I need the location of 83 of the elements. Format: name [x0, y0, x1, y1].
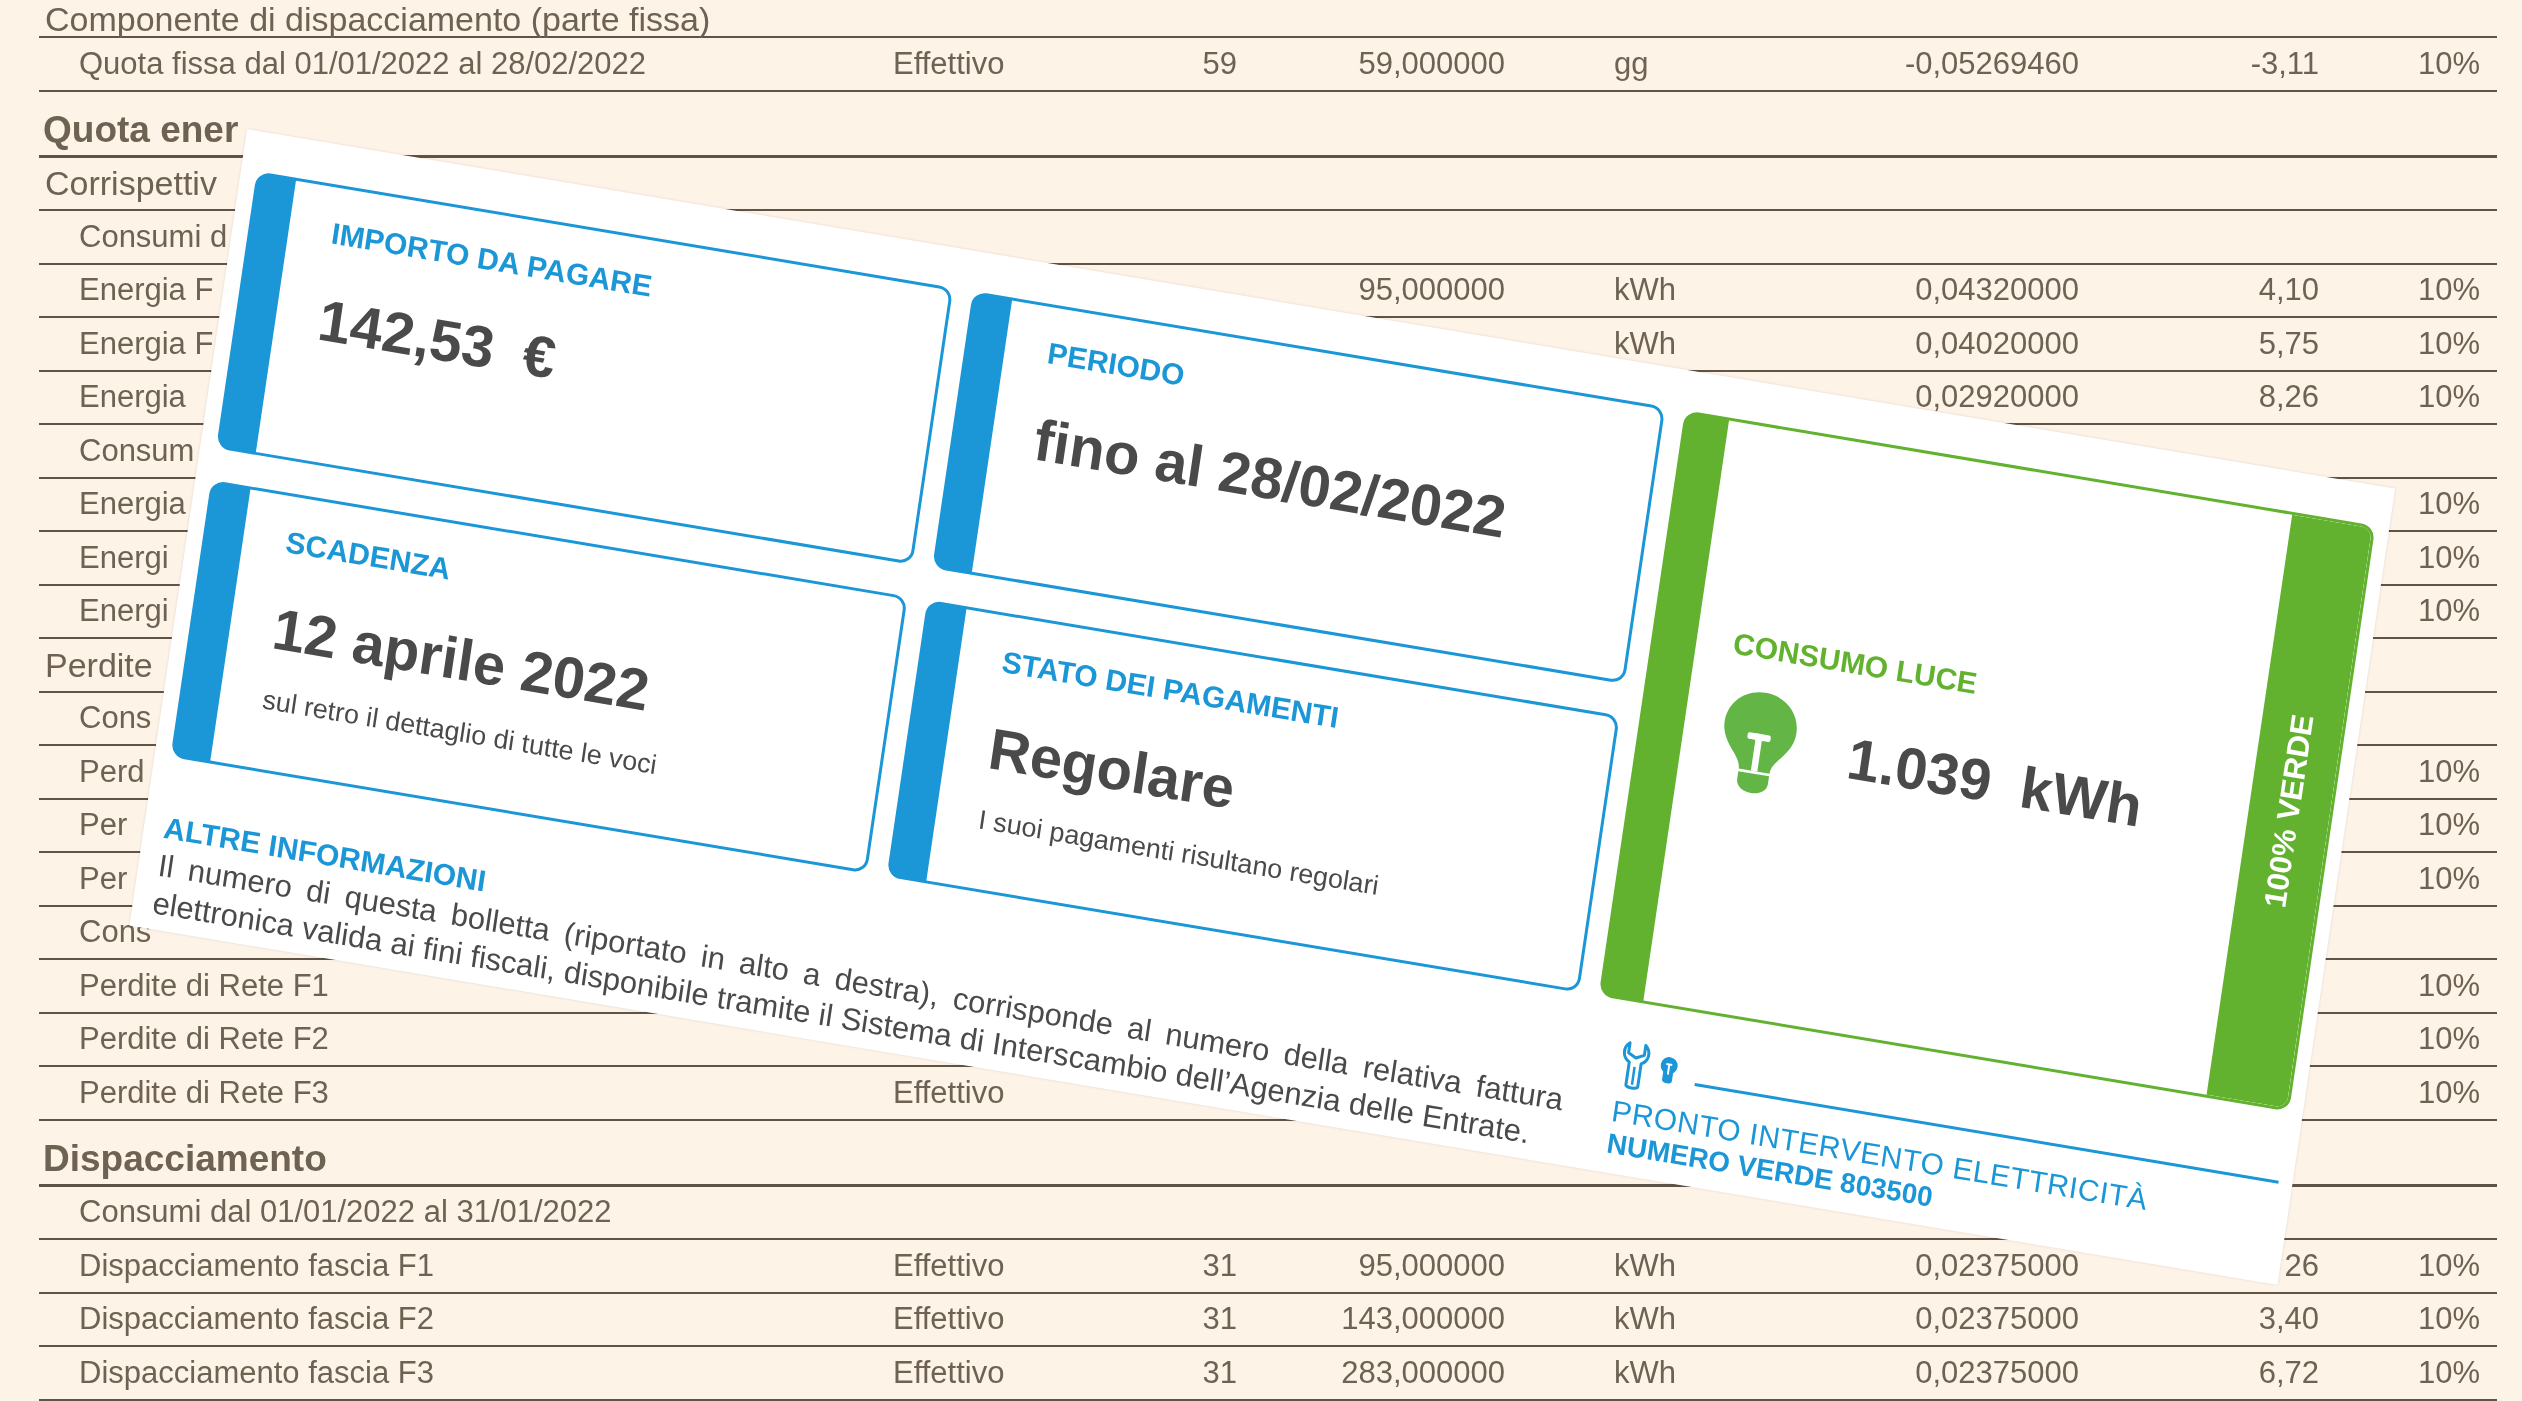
- table-cell: 10%: [2417, 860, 2480, 897]
- consumption-value: 1.039: [1843, 725, 1996, 815]
- table-cell: kWh: [1614, 272, 1676, 309]
- table-cell: Energi: [79, 539, 169, 576]
- table-cell: Perd: [79, 753, 145, 790]
- section-subheading: Componente di dispacciamento (parte fissa): [45, 0, 711, 38]
- table-cell: 0,02920000: [1915, 379, 2079, 416]
- consumption-unit: kWh: [2015, 754, 2147, 840]
- table-cell: kWh: [1614, 325, 1676, 362]
- table-cell: 10%: [2417, 1354, 2480, 1391]
- table-cell: Per: [79, 860, 128, 897]
- table-cell: Dispacciamento fascia F1: [79, 1247, 434, 1284]
- table-cell: 10%: [2417, 1021, 2480, 1058]
- table-cell: Energia: [79, 486, 186, 523]
- table-cell: Quota fissa dal 01/01/2022 al 28/02/2022: [79, 45, 647, 82]
- table-cell: Perdite di Rete F2: [79, 1021, 329, 1058]
- section-subheading: Perdite: [45, 645, 153, 684]
- table-cell: Effettivo: [893, 45, 1005, 82]
- table-cell: Energi: [79, 593, 169, 630]
- panel-value: fino al 28/02/2022: [1030, 406, 1511, 551]
- table-cell: Dispacciamento fascia F2: [79, 1301, 434, 1338]
- table-cell: 95,000000: [1358, 272, 1505, 309]
- table-cell: 31: [1202, 1247, 1237, 1284]
- section-heading: Dispacciamento: [43, 1137, 327, 1180]
- table-cell: Energia F: [79, 272, 214, 309]
- currency-symbol: €: [518, 321, 561, 392]
- table-cell: 8,26: [2258, 379, 2319, 416]
- table-cell: Per: [79, 807, 128, 844]
- table-cell: 10%: [2417, 379, 2480, 416]
- table-cell: Consumi d: [79, 218, 228, 255]
- table-cell: -3,11: [2250, 45, 2319, 82]
- table-cell: 0,02375000: [1915, 1301, 2079, 1338]
- table-cell: 10%: [2417, 325, 2480, 362]
- panel-title: SCADENZA: [283, 524, 454, 588]
- table-cell: Perdite di Rete F3: [79, 1074, 329, 1111]
- table-cell: 5,75: [2258, 325, 2319, 362]
- table-cell: 31: [1202, 1301, 1237, 1338]
- table-cell: Effettivo: [893, 1301, 1005, 1338]
- table-cell: 10%: [2417, 1074, 2480, 1111]
- table-cell: kWh: [1614, 1247, 1676, 1284]
- table-cell: 283,000000: [1341, 1354, 1505, 1391]
- table-cell: Effettivo: [893, 1354, 1005, 1391]
- table-cell: 59,000000: [1358, 45, 1505, 82]
- table-cell: gg: [1614, 45, 1649, 82]
- table-cell: 31: [1202, 1354, 1237, 1391]
- table-cell: 143,000000: [1341, 1301, 1505, 1338]
- panel-title: PERIODO: [1045, 335, 1187, 394]
- table-cell: Cons: [79, 700, 152, 737]
- table-cell: 10%: [2417, 753, 2480, 790]
- table-cell: Perdite di Rete F1: [79, 967, 329, 1004]
- table-cell: 10%: [2417, 967, 2480, 1004]
- table-cell: 0,02375000: [1915, 1247, 2079, 1284]
- table-cell: 10%: [2417, 807, 2480, 844]
- table-cell: -0,05269460: [1904, 45, 2079, 82]
- table-cell: Energia: [79, 379, 186, 416]
- table-cell: 10%: [2417, 1301, 2480, 1338]
- table-cell: 0,02375000: [1915, 1354, 2079, 1391]
- panel-title: CONSUMO LUCE: [1730, 625, 1980, 702]
- section-heading: Quota ener: [43, 108, 239, 151]
- table-cell: 6,72: [2258, 1354, 2319, 1391]
- table-cell: Energia F: [79, 325, 214, 362]
- table-cell: 10%: [2417, 1247, 2480, 1284]
- table-cell: 0,04320000: [1915, 272, 2079, 309]
- table-cell: 0,04020000: [1915, 325, 2079, 362]
- table-cell: 10%: [2417, 272, 2480, 309]
- table-cell: Cons: [79, 914, 152, 951]
- table-cell: Dispacciamento fascia F3: [79, 1354, 434, 1391]
- table-cell: Effettivo: [893, 1247, 1005, 1284]
- table-cell: 95,000000: [1358, 1247, 1505, 1284]
- table-cell: 10%: [2417, 593, 2480, 630]
- table-cell: 3,40: [2258, 1301, 2319, 1338]
- table-cell: 59: [1202, 45, 1237, 82]
- table-cell: 26: [2284, 1247, 2319, 1284]
- table-cell: kWh: [1614, 1354, 1676, 1391]
- table-cell: Effettivo: [893, 1074, 1005, 1111]
- section-subheading: Corrispettiv: [45, 164, 217, 203]
- table-cell: Consumi dal 01/01/2022 al 31/01/2022: [79, 1194, 612, 1231]
- table-cell: 10%: [2417, 45, 2480, 82]
- table-cell: 10%: [2417, 539, 2480, 576]
- table-cell: Consum: [79, 432, 195, 469]
- table-cell: 4,10: [2258, 272, 2319, 309]
- table-cell: kWh: [1614, 1301, 1676, 1338]
- table-cell: 10%: [2417, 486, 2480, 523]
